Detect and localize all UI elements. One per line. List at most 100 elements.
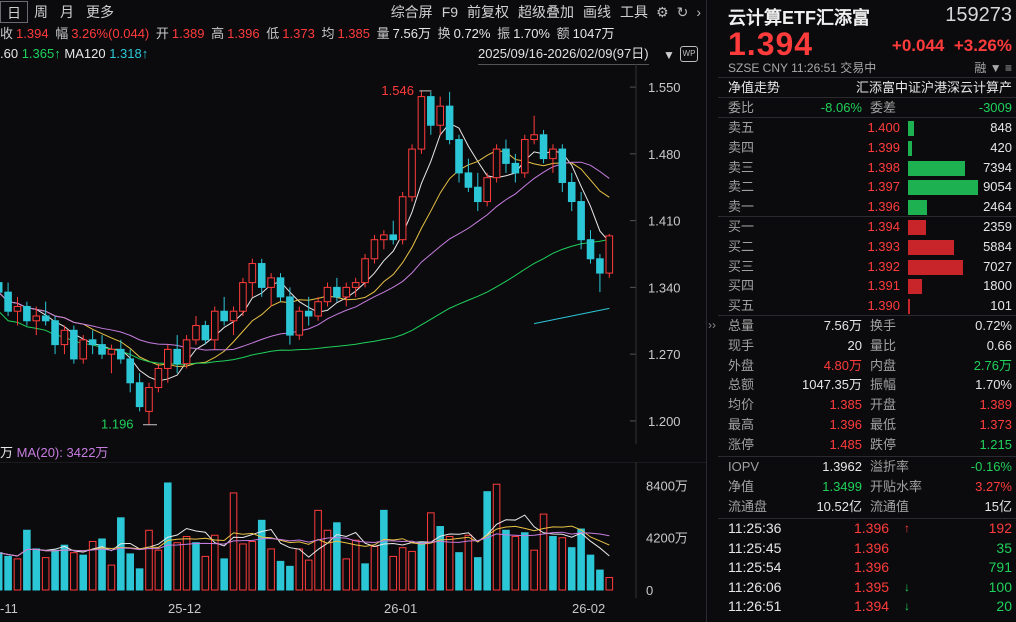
bids-row[interactable]: 买三 1.392 7027 — [728, 257, 1012, 277]
candle-up — [342, 286, 351, 298]
asks-row[interactable]: 卖三 1.398 7394 — [728, 158, 1012, 178]
kline-chart[interactable]: 1.550 1.480 1.410 1.340 1.270 1.200 1.546 1.196 — [0, 64, 707, 444]
tab-daily[interactable]: 日 — [0, 1, 28, 23]
collapse-panel-icon[interactable]: ›› — [708, 318, 716, 332]
volume-bar-up — [558, 537, 567, 591]
close-value: 1.394 — [16, 26, 49, 41]
candle-down — [511, 162, 520, 174]
gear-icon[interactable]: ⚙ — [656, 4, 669, 21]
candle-down — [70, 329, 78, 360]
candle-up — [549, 148, 557, 160]
bids-volume: 1800 — [983, 278, 1012, 294]
tab-more[interactable]: 更多 — [80, 1, 120, 23]
asks-row[interactable]: 卖一 1.396 2464 — [728, 197, 1012, 217]
volume-bar-down — [586, 554, 595, 591]
menu-icon[interactable]: ≡ — [1005, 61, 1012, 75]
tick-row[interactable]: 11:25:54 1.396 791 — [728, 558, 1012, 577]
close-label: 收 — [0, 26, 14, 41]
volume-bar-down — [60, 544, 69, 591]
stats-value: 1.396 — [829, 417, 862, 432]
candle-up — [239, 282, 247, 312]
tick-row[interactable]: 11:26:51 1.394 ↓ 20 — [728, 597, 1012, 616]
dropdown-icon[interactable]: ▼ — [990, 61, 1002, 75]
candle-up — [32, 315, 41, 322]
asks-depth-bar — [908, 200, 927, 216]
candle-down — [23, 305, 31, 322]
etf-value: 3.27% — [975, 479, 1012, 494]
volume-bar-up — [107, 564, 116, 591]
nav-trend-link[interactable]: 净值走势 — [728, 78, 780, 98]
price-axis-label: 1.270 — [648, 347, 681, 362]
stats-value: 1.70% — [975, 377, 1012, 393]
bids-price: 1.393 — [867, 238, 900, 254]
forward-adjust-button[interactable]: 前复权 — [467, 2, 509, 22]
candle-up — [154, 367, 163, 389]
chevron-right-icon[interactable]: › — [696, 4, 701, 20]
bids-row[interactable]: 买四 1.391 1800 — [728, 276, 1012, 296]
candle-up — [79, 339, 88, 360]
etf-value: 1.3962 — [822, 459, 862, 474]
arrow-down-icon: ↓ — [904, 599, 910, 614]
tick-price: 1.396 — [854, 520, 890, 536]
security-name: 云计算ETF汇添富 — [728, 8, 870, 28]
tick-time: 11:25:45 — [728, 539, 782, 556]
asks-price: 1.397 — [867, 179, 900, 195]
bids-volume: 101 — [990, 298, 1012, 314]
bids-row[interactable]: 买一 1.394 2359 — [728, 217, 1012, 237]
nav-row[interactable]: 净值走势 汇添富中证沪港深云计算产 — [728, 78, 1012, 98]
chart-toolbar: 日 周 月 更多 综合屏 F9 前复权 超级叠加 画线 工具 ⚙ ↻ › — [0, 0, 707, 24]
bids-depth-bar — [908, 239, 954, 255]
date-range-selector[interactable]: 2025/09/16-2026/02/09(97日) — [478, 44, 649, 65]
stats-label: 跌停 — [870, 436, 897, 452]
composite-screen-button[interactable]: 综合屏 — [391, 2, 433, 22]
asks-row[interactable]: 卖二 1.397 9054 — [728, 177, 1012, 197]
ohlc-info-row: 收 1.394 幅 3.26%(0.044) 开 1.389 高 1.396 低 1.37… — [0, 24, 707, 44]
tab-weekly[interactable]: 周 — [28, 1, 54, 23]
volume-bar-down — [474, 557, 482, 591]
asks-depth-bar — [908, 160, 966, 176]
volume-bar-down — [596, 569, 604, 591]
bids-row[interactable]: 买二 1.393 5884 — [728, 237, 1012, 257]
tracked-index-name: 汇添富中证沪港深云计算产 — [855, 80, 1012, 95]
tick-row[interactable]: 11:25:45 1.396 35 — [728, 539, 1012, 558]
candle-up — [164, 348, 172, 369]
volume-bar-up — [295, 548, 304, 591]
margin-icon[interactable]: 融 — [974, 61, 986, 75]
candle-down — [586, 239, 595, 260]
tick-row[interactable]: 11:25:36 1.396 ↑ 192 — [728, 519, 1012, 538]
candle-down — [286, 296, 294, 336]
candle-down — [201, 325, 210, 341]
bids-row[interactable]: 买五 1.390 101 — [728, 296, 1012, 316]
tick-row[interactable]: 11:26:06 1.395 ↓ 100 — [728, 578, 1012, 597]
bids-level-label: 买四 — [728, 278, 755, 294]
caret-down-icon[interactable]: ▼ — [663, 48, 675, 62]
tab-monthly[interactable]: 月 — [54, 1, 80, 23]
etf-value: 1.3499 — [822, 479, 862, 494]
candle-up — [483, 177, 491, 203]
candle-up — [145, 387, 153, 412]
refresh-icon[interactable]: ↻ — [677, 4, 689, 21]
volume-bar-up — [398, 547, 407, 591]
asks-row[interactable]: 卖四 1.399 420 — [728, 138, 1012, 158]
tick-volume: 35 — [996, 539, 1012, 556]
asks-depth-bar — [908, 180, 978, 196]
wp-icon[interactable]: WP — [680, 46, 698, 62]
tick-volume: 791 — [988, 559, 1012, 576]
draw-line-button[interactable]: 画线 — [583, 2, 611, 22]
asks-row[interactable]: 卖五 1.400 848 — [728, 118, 1012, 138]
candle-down — [455, 139, 463, 174]
stats-value: 2.76万 — [973, 357, 1012, 373]
high-marker-label: 1.546 — [381, 83, 414, 98]
volume-bar-up — [445, 535, 454, 591]
f9-button[interactable]: F9 — [442, 4, 458, 20]
volume-chart[interactable]: 8400万 4200万 0 — [0, 462, 707, 598]
market-status: SZSE CNY 11:26:51 交易中 — [728, 61, 877, 75]
tools-button[interactable]: 工具 — [620, 2, 648, 22]
overlay-button[interactable]: 超级叠加 — [518, 2, 574, 22]
turnover-label: 换 — [437, 26, 451, 41]
candle-down — [41, 315, 50, 322]
candle-down — [577, 201, 585, 241]
candle-down — [51, 320, 59, 346]
volume-bar-down — [380, 509, 388, 591]
candle-up — [398, 196, 407, 241]
